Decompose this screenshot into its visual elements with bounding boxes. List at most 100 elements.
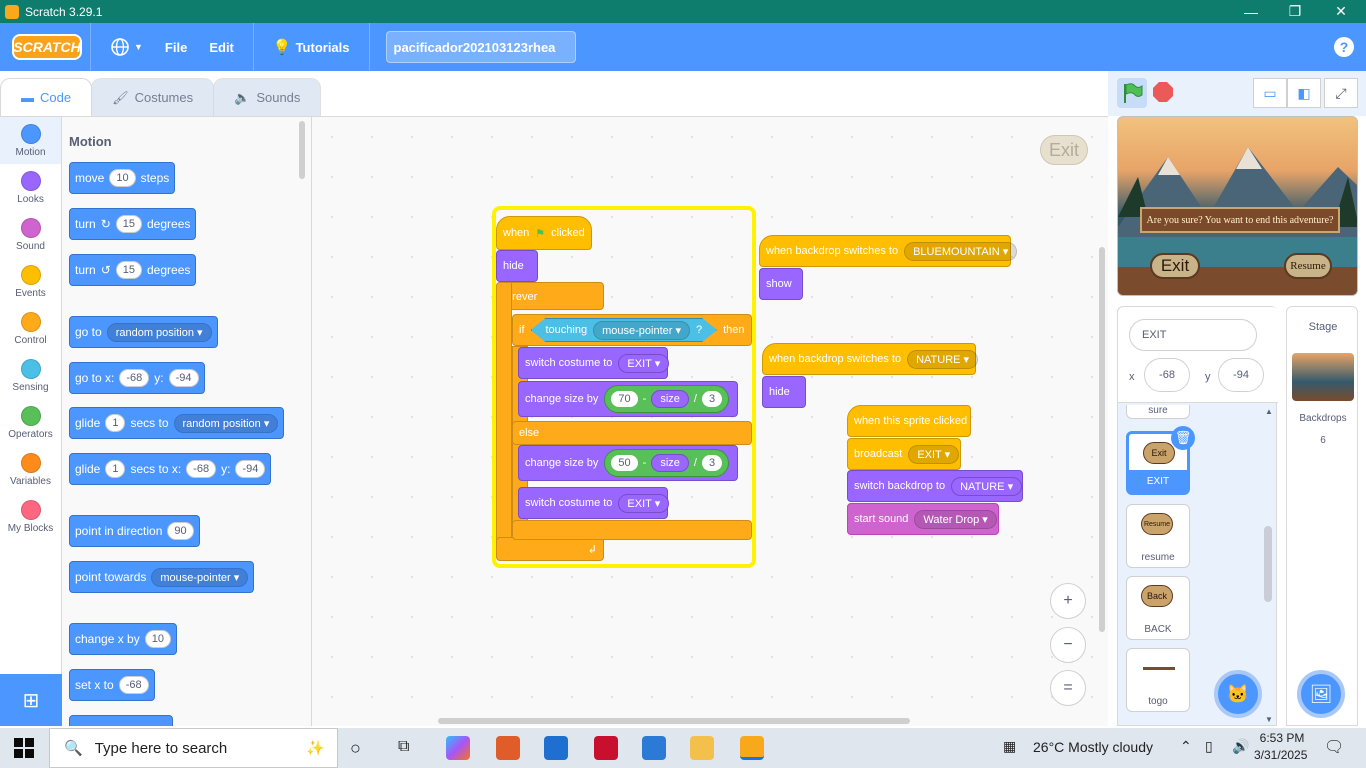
block-set-x[interactable]: set x to -68 [69, 669, 155, 701]
speaker-tray-icon[interactable]: 🔊 [1232, 738, 1249, 755]
add-extension-button[interactable]: ⊞ [0, 674, 62, 726]
stage-resume-button[interactable]: Resume [1284, 253, 1332, 279]
small-stage-button[interactable]: ▭ [1253, 78, 1287, 108]
weather-text[interactable]: 26°C Mostly cloudy [1033, 739, 1153, 755]
block-input[interactable]: 1 [105, 414, 126, 432]
project-title-input[interactable]: pacificador202103123rhea [385, 31, 576, 63]
task-view-icon[interactable]: ⧉ [398, 738, 409, 756]
block-move-steps[interactable]: move 10 steps [69, 162, 176, 194]
block-input[interactable]: 50 [611, 455, 638, 471]
block-turn-right[interactable]: turn ↻ 15 degrees [69, 208, 197, 240]
block-glide-to-xy[interactable]: glide 1 secs to x: -68 y: -94 [69, 453, 272, 485]
when-flag-clicked-hat[interactable]: when ⚑ clicked [496, 216, 592, 250]
when-sprite-clicked-hat[interactable]: when this sprite clicked [847, 405, 971, 437]
block-input[interactable]: 90 [167, 522, 194, 540]
hide-block[interactable]: hide [496, 250, 538, 282]
show-block[interactable]: show [759, 268, 803, 300]
category-variables[interactable]: Variables [0, 446, 61, 493]
stage-exit-button[interactable]: Exit [1150, 253, 1200, 279]
block-point-towards[interactable]: point towards mouse-pointer ▾ [69, 561, 255, 593]
block-input[interactable]: -68 [186, 460, 217, 478]
sprite-tile-partial[interactable]: sure [1126, 405, 1190, 419]
sprite-name-field[interactable]: EXIT [1129, 319, 1257, 351]
block-input[interactable]: 70 [611, 391, 638, 407]
restore-button[interactable]: ❐ [1272, 0, 1318, 23]
file-menu[interactable]: File [154, 23, 198, 71]
choose-sprite-button[interactable]: 🐱 [1214, 670, 1262, 718]
block-dropdown[interactable]: BLUEMOUNTAIN ▾ [904, 241, 1018, 261]
scratch-logo[interactable]: SCRATCH [12, 34, 82, 60]
forever-block[interactable]: forever [496, 282, 604, 310]
block-dropdown[interactable]: mouse-pointer ▾ [151, 567, 249, 587]
clock-time[interactable]: 6:53 PM [1258, 731, 1306, 745]
change-size-block[interactable]: change size by 50- size / 3 [518, 445, 738, 481]
block-point-in-direction[interactable]: point in direction 90 [69, 515, 200, 547]
workspace-scrollbar-vertical[interactable] [1099, 247, 1105, 632]
close-button[interactable]: ✕ [1318, 0, 1364, 23]
stage-canvas[interactable]: Are you sure? You want to end this adven… [1117, 116, 1358, 296]
change-size-block[interactable]: change size by 70- size / 3 [518, 381, 738, 417]
category-looks[interactable]: Looks [0, 164, 61, 211]
tray-chevron-icon[interactable]: ⌃ [1180, 738, 1192, 755]
when-backdrop-switches-hat[interactable]: when backdrop switches to NATURE ▾ [762, 343, 979, 375]
block-glide-to[interactable]: glide 1 secs to random position ▾ [69, 407, 285, 439]
tab-costumes[interactable]: 🖌 Costumes [91, 78, 215, 116]
block-turn-left[interactable]: turn ↺ 15 degrees [69, 254, 197, 286]
minimize-button[interactable]: — [1228, 0, 1274, 23]
block-change-x[interactable]: change x by 10 [69, 623, 177, 655]
block-input[interactable]: -94 [168, 369, 199, 387]
file-explorer-icon[interactable] [690, 736, 714, 760]
category-operators[interactable]: Operators [0, 399, 61, 446]
block-dropdown[interactable]: mouse-pointer ▾ [593, 320, 690, 340]
category-sensing[interactable]: Sensing [0, 352, 61, 399]
if-else-block[interactable]: if touching mouse-pointer ▾? then [512, 314, 752, 346]
sprite-tile-togo[interactable]: togo [1126, 648, 1190, 712]
switch-costume-block[interactable]: switch costume to EXIT ▾ [518, 487, 670, 519]
scratch-taskbar-icon[interactable] [740, 736, 764, 760]
fullscreen-button[interactable]: ⤢ [1324, 78, 1358, 108]
size-reporter[interactable]: size [651, 454, 689, 472]
block-input[interactable]: -68 [118, 676, 149, 694]
scroll-down-arrow[interactable]: ▼ [1265, 715, 1273, 724]
block-dropdown[interactable]: EXIT ▾ [908, 444, 960, 464]
clock-date[interactable]: 3/31/2025 [1254, 748, 1307, 762]
block-go-to[interactable]: go to random position ▾ [69, 316, 218, 348]
hide-block[interactable]: hide [762, 376, 806, 408]
taskbar-search[interactable]: 🔍 Type here to search ✨ [49, 728, 338, 768]
workspace-scrollbar-horizontal[interactable] [438, 718, 910, 724]
zoom-reset-button[interactable]: = [1050, 670, 1086, 706]
language-menu[interactable]: ▼ [99, 23, 154, 71]
operator-divide[interactable]: 50- size / 3 [604, 449, 730, 477]
block-input[interactable]: -94 [235, 460, 266, 478]
tutorials-button[interactable]: 💡 Tutorials [262, 23, 361, 71]
y-field[interactable]: -94 [1218, 358, 1264, 392]
switch-costume-block[interactable]: switch costume to EXIT ▾ [518, 347, 670, 379]
block-input[interactable]: 1 [105, 460, 126, 478]
block-dropdown[interactable]: EXIT ▾ [618, 353, 670, 373]
gift-app-icon[interactable] [594, 736, 618, 760]
stage-selector[interactable]: Stage Backdrops 6 [1286, 306, 1358, 726]
block-input[interactable]: 3 [701, 455, 723, 471]
category-control[interactable]: Control [0, 305, 61, 352]
block-input[interactable]: 10 [144, 630, 171, 648]
palette-scrollbar[interactable] [299, 121, 305, 179]
large-stage-button[interactable]: ◧ [1287, 78, 1321, 108]
windows-start-icon[interactable] [14, 738, 34, 758]
notification-icon[interactable]: 🗨 [1324, 737, 1344, 757]
copilot-icon[interactable] [446, 736, 470, 760]
category-sound[interactable]: Sound [0, 211, 61, 258]
block-dropdown[interactable]: EXIT ▾ [618, 493, 670, 513]
sprite-tile-back[interactable]: Back BACK [1126, 576, 1190, 640]
switch-backdrop-block[interactable]: switch backdrop to NATURE ▾ [847, 470, 1023, 502]
operator-divide[interactable]: 70- size / 3 [604, 385, 730, 413]
category-my-blocks[interactable]: My Blocks [0, 493, 61, 540]
stop-button[interactable] [1153, 82, 1173, 102]
when-backdrop-switches-hat[interactable]: when backdrop switches to BLUEMOUNTAIN ▾ [759, 235, 1018, 267]
green-flag-button[interactable] [1117, 78, 1147, 108]
sprite-list-scrollbar[interactable] [1264, 526, 1272, 602]
cortana-icon[interactable]: ○ [350, 738, 361, 759]
block-dropdown[interactable]: NATURE ▾ [951, 476, 1023, 496]
block-input[interactable]: 15 [115, 215, 142, 233]
vscode-icon[interactable] [642, 736, 666, 760]
category-events[interactable]: Events [0, 258, 61, 305]
